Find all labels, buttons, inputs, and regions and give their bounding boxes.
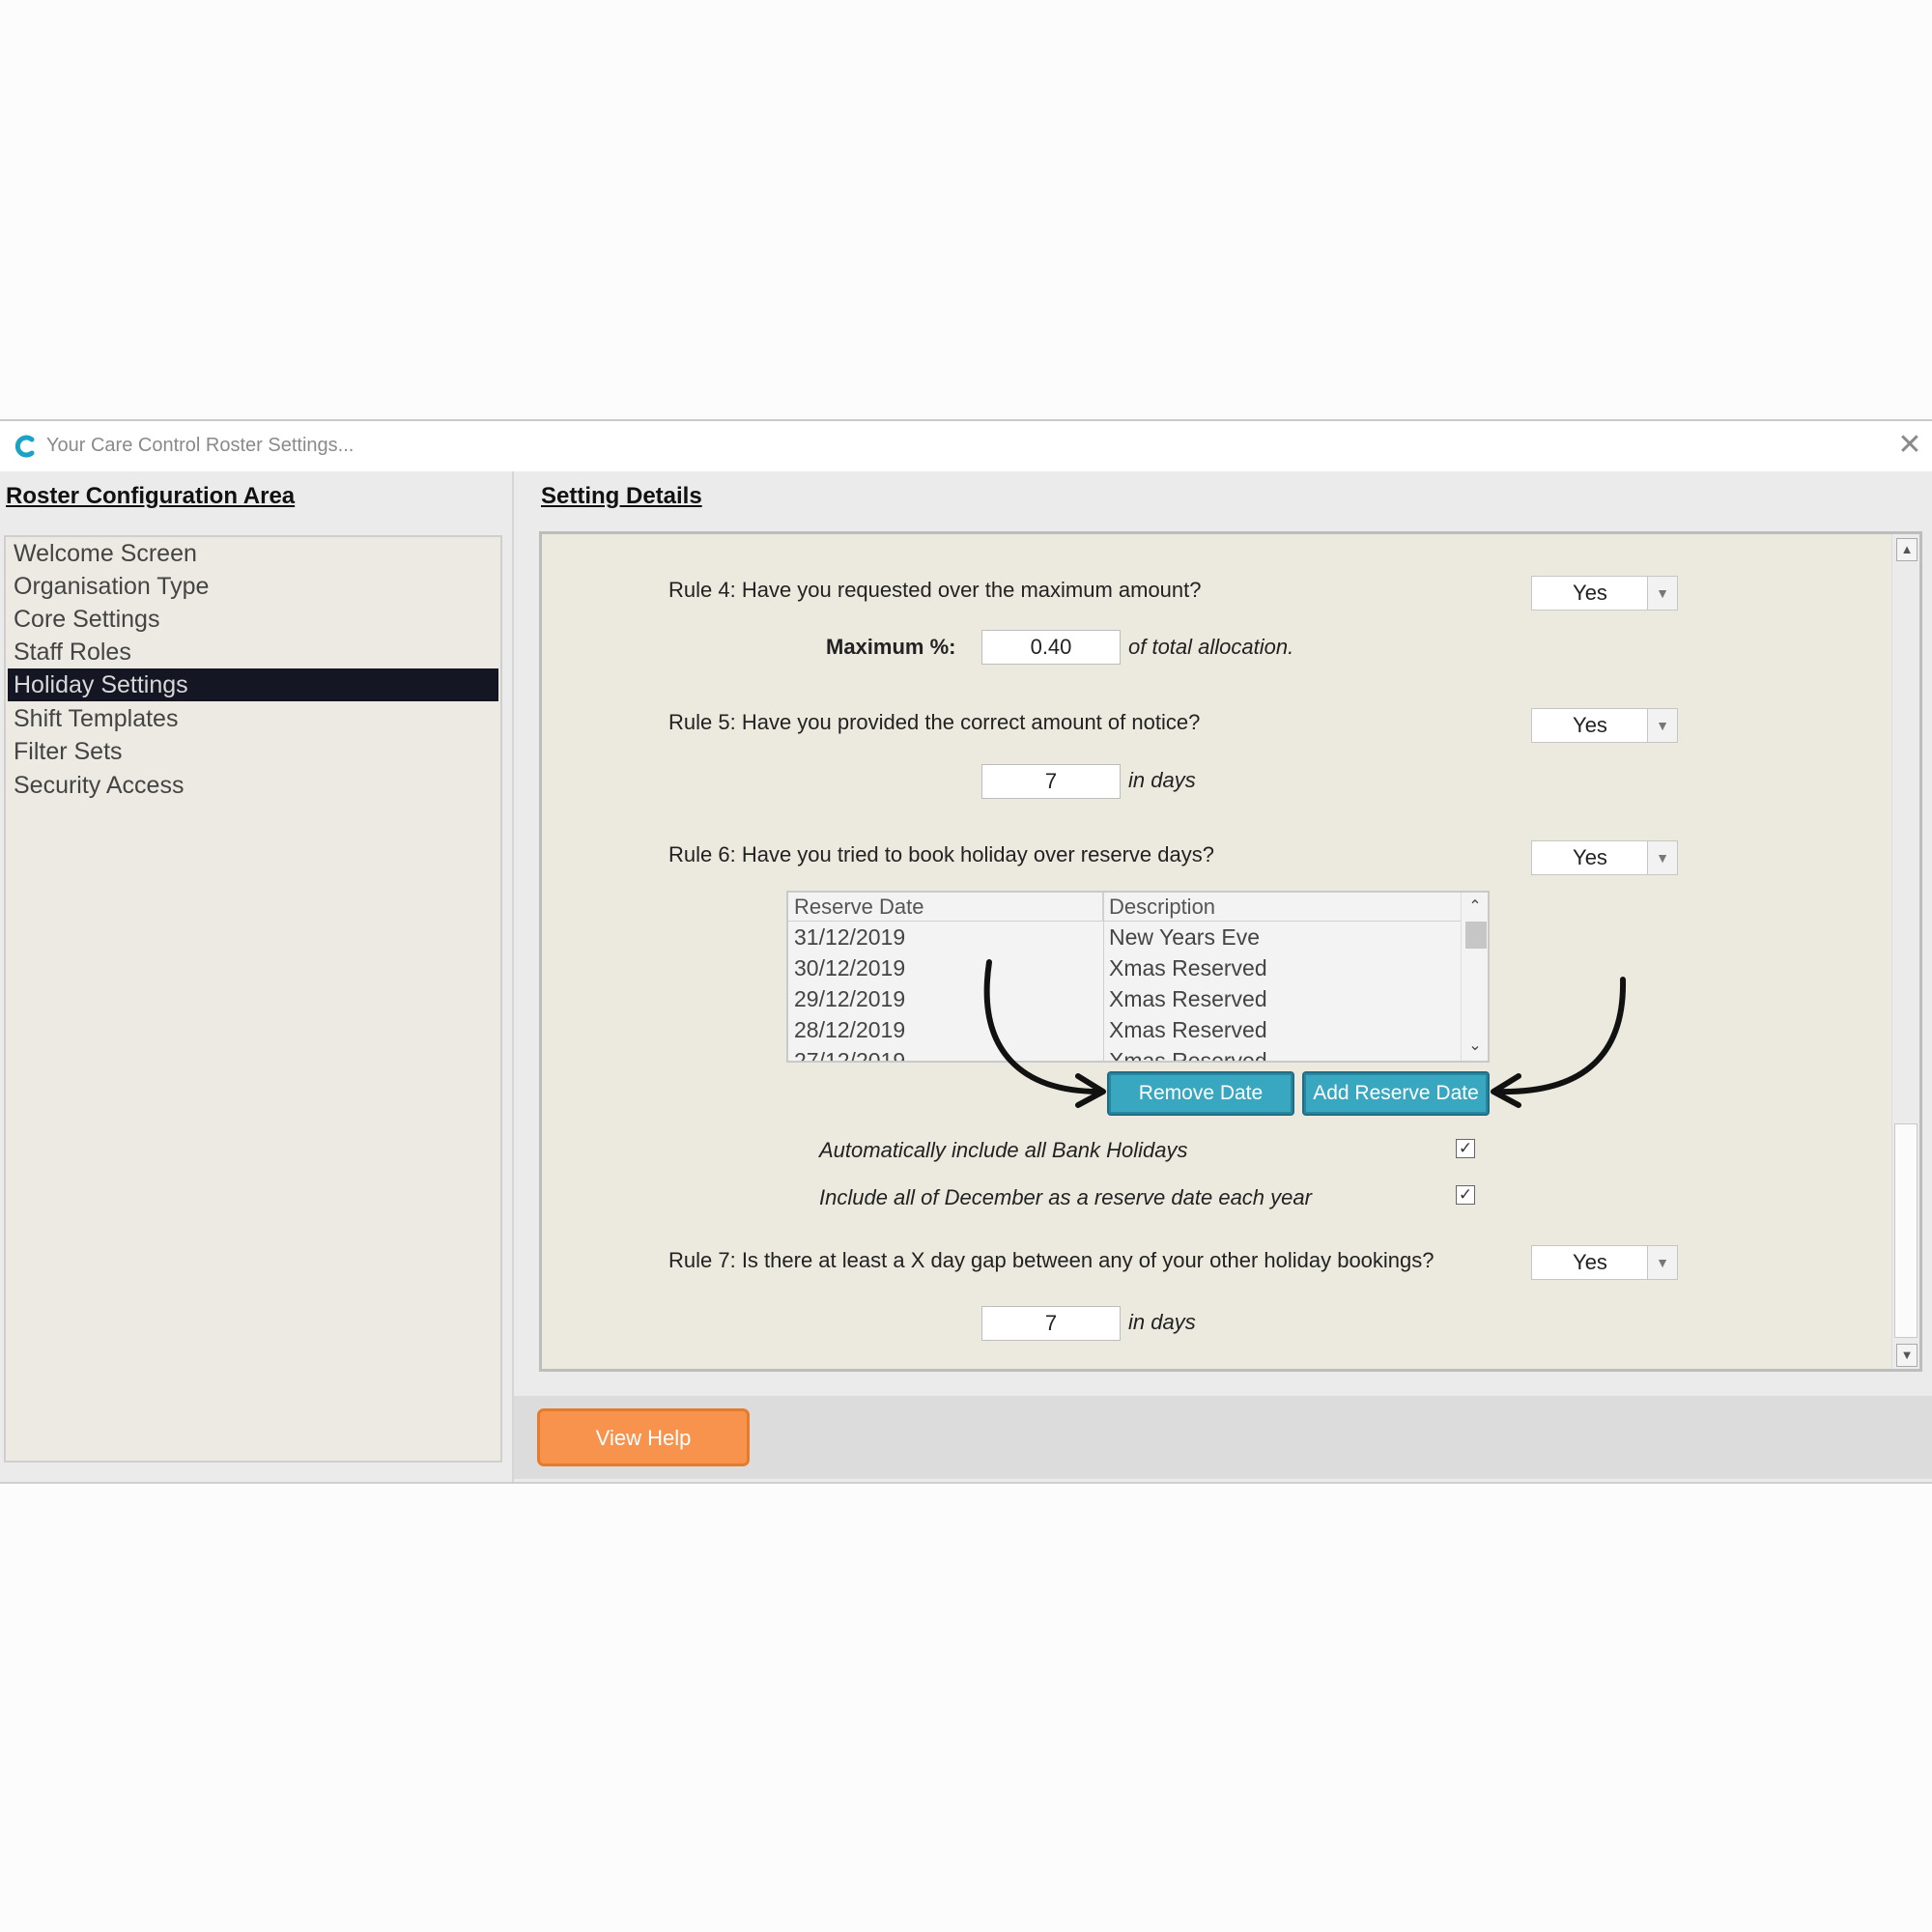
rule7-select-value: Yes xyxy=(1573,1250,1607,1274)
max-percent-input[interactable]: 0.40 xyxy=(981,630,1121,665)
rule6-select-value: Yes xyxy=(1573,845,1607,869)
rule6-select[interactable]: Yes ▼ xyxy=(1531,840,1678,875)
reserve-dates-grid[interactable]: Reserve Date Description 31/12/2019 New … xyxy=(786,891,1490,1063)
chevron-down-icon[interactable]: ▼ xyxy=(1647,1246,1677,1279)
max-percent-label: Maximum %: xyxy=(826,635,956,659)
chevron-down-icon[interactable]: ▼ xyxy=(1647,577,1677,610)
remove-date-button[interactable]: Remove Date xyxy=(1109,1073,1293,1114)
bank-holidays-label: Automatically include all Bank Holidays xyxy=(819,1138,1188,1162)
rule7-question: Rule 7: Is there at least a X day gap be… xyxy=(668,1248,1435,1272)
grid-scrollbar[interactable]: ⌃ ⌄ xyxy=(1461,893,1488,1061)
sidebar-item-welcome-screen[interactable]: Welcome Screen xyxy=(8,537,498,570)
close-icon[interactable]: ✕ xyxy=(1895,431,1924,460)
gap-days-suffix: in days xyxy=(1128,1310,1196,1334)
sidebar-item-core-settings[interactable]: Core Settings xyxy=(8,603,498,636)
column-header-reserve-date[interactable]: Reserve Date xyxy=(788,893,1103,922)
sidebar-item-security-access[interactable]: Security Access xyxy=(8,769,498,802)
column-header-description[interactable]: Description xyxy=(1103,893,1461,922)
notice-days-suffix: in days xyxy=(1128,768,1196,792)
view-help-button[interactable]: View Help xyxy=(537,1408,750,1466)
sidebar-item-shift-templates[interactable]: Shift Templates xyxy=(8,702,498,735)
table-row-date[interactable]: 27/12/2019 xyxy=(788,1045,1103,1061)
sidebar: Roster Configuration Area Welcome Screen… xyxy=(0,471,514,1482)
grid-scroll-thumb[interactable] xyxy=(1465,922,1487,949)
bank-holidays-checkbox[interactable]: ✓ xyxy=(1456,1139,1475,1158)
sidebar-item-holiday-settings[interactable]: Holiday Settings xyxy=(8,668,498,701)
table-row-description[interactable]: Xmas Reserved xyxy=(1103,983,1461,1014)
table-row-date[interactable]: 29/12/2019 xyxy=(788,983,1103,1014)
chevron-down-icon[interactable]: ▼ xyxy=(1647,841,1677,874)
scroll-thumb[interactable] xyxy=(1894,1123,1918,1338)
gap-days-input[interactable]: 7 xyxy=(981,1306,1121,1341)
window-title: Your Care Control Roster Settings... xyxy=(46,435,355,456)
table-row-description[interactable]: Xmas Reserved xyxy=(1103,952,1461,983)
rule4-question: Rule 4: Have you requested over the maxi… xyxy=(668,578,1202,602)
chevron-up-icon[interactable]: ⌃ xyxy=(1465,896,1485,916)
chevron-down-icon[interactable]: ⌄ xyxy=(1465,1036,1485,1055)
scroll-up-icon[interactable]: ▲ xyxy=(1896,538,1918,561)
rule4-select[interactable]: Yes ▼ xyxy=(1531,576,1678,611)
table-row-date[interactable]: 31/12/2019 xyxy=(788,922,1103,952)
rule4-select-value: Yes xyxy=(1573,581,1607,605)
title-bar: Your Care Control Roster Settings... ✕ xyxy=(0,421,1932,471)
sidebar-item-filter-sets[interactable]: Filter Sets xyxy=(8,735,498,768)
scroll-down-icon[interactable]: ▼ xyxy=(1896,1344,1918,1367)
sidebar-list: Welcome Screen Organisation Type Core Se… xyxy=(4,535,502,1463)
panel-scrollbar[interactable]: ▲ ▼ xyxy=(1891,534,1919,1369)
table-row-date[interactable]: 28/12/2019 xyxy=(788,1014,1103,1045)
max-percent-suffix: of total allocation. xyxy=(1128,635,1294,659)
sidebar-item-staff-roles[interactable]: Staff Roles xyxy=(8,636,498,668)
rule5-select[interactable]: Yes ▼ xyxy=(1531,708,1678,743)
table-row-description[interactable]: Xmas Reserved xyxy=(1103,1014,1461,1045)
sidebar-heading: Roster Configuration Area xyxy=(6,483,296,509)
table-row-description[interactable]: New Years Eve xyxy=(1103,922,1461,952)
details-heading: Setting Details xyxy=(541,483,702,509)
rule6-question: Rule 6: Have you tried to book holiday o… xyxy=(668,842,1214,867)
sidebar-item-organisation-type[interactable]: Organisation Type xyxy=(8,570,498,603)
rule5-question: Rule 5: Have you provided the correct am… xyxy=(668,710,1201,734)
chevron-down-icon[interactable]: ▼ xyxy=(1647,709,1677,742)
table-row-date[interactable]: 30/12/2019 xyxy=(788,952,1103,983)
december-label: Include all of December as a reserve dat… xyxy=(819,1185,1312,1209)
table-row-description[interactable]: Xmas Reserved xyxy=(1103,1045,1461,1061)
december-checkbox[interactable]: ✓ xyxy=(1456,1185,1475,1205)
rule5-select-value: Yes xyxy=(1573,713,1607,737)
notice-days-input[interactable]: 7 xyxy=(981,764,1121,799)
rule7-select[interactable]: Yes ▼ xyxy=(1531,1245,1678,1280)
add-reserve-date-button[interactable]: Add Reserve Date xyxy=(1304,1073,1488,1114)
care-control-logo-icon xyxy=(14,435,35,458)
